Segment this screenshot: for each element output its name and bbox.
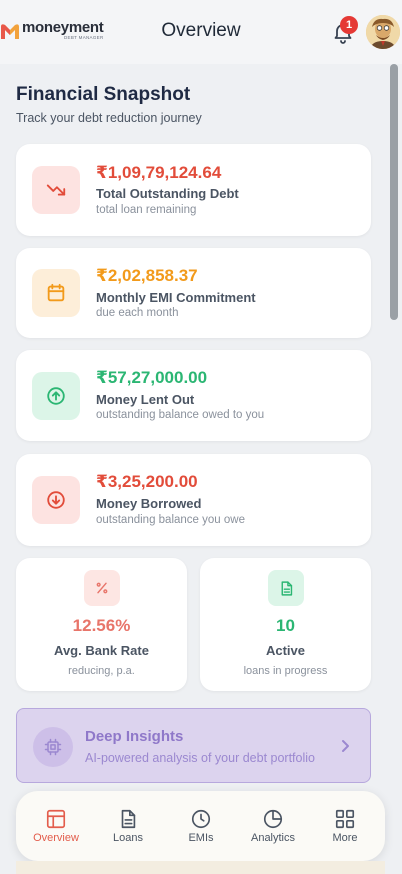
card-amount: ₹57,27,000.00 bbox=[96, 368, 208, 387]
card-amount: ₹1,09,79,124.64 bbox=[96, 163, 222, 182]
tab-label: EMIs bbox=[188, 832, 214, 844]
card-icon-box bbox=[32, 166, 80, 214]
mini-icon-box bbox=[268, 570, 304, 606]
monthly-emi-card[interactable]: ₹2,02,858.37 Monthly EMI Commitment due … bbox=[16, 248, 371, 338]
card-amount: ₹2,02,858.37 bbox=[96, 266, 198, 285]
section-subtitle: Track your debt reduction journey bbox=[16, 111, 202, 125]
cpu-chip-icon bbox=[44, 738, 62, 756]
avg-bank-rate-card[interactable]: 12.56% Avg. Bank Rate reducing, p.a. bbox=[16, 558, 187, 691]
document-icon bbox=[281, 580, 292, 596]
app-header: moneyment DEBT MANAGER Overview 1 bbox=[0, 0, 402, 64]
stat-description: reducing, p.a. bbox=[68, 665, 135, 677]
card-description: outstanding balance owed to you bbox=[96, 409, 265, 421]
loans-icon bbox=[121, 809, 136, 829]
card-icon-box bbox=[32, 476, 80, 524]
tab-analytics[interactable]: Analytics bbox=[237, 791, 309, 861]
grid-icon bbox=[335, 809, 355, 829]
card-description: due each month bbox=[96, 307, 179, 319]
stat-value: 10 bbox=[276, 616, 295, 635]
trending-down-icon bbox=[46, 184, 66, 196]
tab-overview[interactable]: Overview bbox=[20, 791, 92, 861]
money-lent-out-card[interactable]: ₹57,27,000.00 Money Lent Out outstanding… bbox=[16, 350, 371, 441]
insights-title: Deep Insights bbox=[85, 728, 184, 745]
card-label: Monthly EMI Commitment bbox=[96, 290, 256, 305]
mini-icon-box bbox=[84, 570, 120, 606]
bottom-tab-bar: Overview Loans EMIs Analytics More bbox=[16, 791, 385, 861]
insights-subtitle: AI-powered analysis of your debt portfol… bbox=[85, 751, 315, 765]
insights-icon-box bbox=[33, 727, 73, 767]
notification-badge: 1 bbox=[340, 16, 358, 34]
stat-value: 12.56% bbox=[72, 616, 131, 635]
calendar-icon bbox=[47, 283, 65, 302]
card-label: Total Outstanding Debt bbox=[96, 186, 239, 201]
percent-icon bbox=[96, 582, 108, 594]
avatar[interactable] bbox=[366, 15, 400, 49]
bottom-safe-area bbox=[16, 861, 385, 874]
tab-label: Analytics bbox=[250, 832, 296, 844]
tab-emis[interactable]: EMIs bbox=[165, 791, 237, 861]
section-title: Financial Snapshot bbox=[16, 84, 191, 105]
overview-icon bbox=[46, 809, 66, 829]
card-icon-box bbox=[32, 269, 80, 317]
card-icon-box bbox=[32, 372, 80, 420]
avatar-image bbox=[366, 15, 400, 49]
deep-insights-banner[interactable]: Deep Insights AI-powered analysis of you… bbox=[16, 708, 371, 783]
card-label: Money Borrowed bbox=[96, 496, 202, 511]
tab-loans[interactable]: Loans bbox=[92, 791, 164, 861]
clock-icon bbox=[191, 809, 211, 829]
card-amount: ₹3,25,200.00 bbox=[96, 472, 198, 491]
arrow-up-circle-icon bbox=[47, 387, 65, 405]
card-description: total loan remaining bbox=[96, 204, 197, 216]
stat-description: loans in progress bbox=[243, 665, 328, 677]
tab-label: Overview bbox=[33, 832, 79, 844]
active-loans-card[interactable]: 10 Active loans in progress bbox=[200, 558, 371, 691]
money-borrowed-card[interactable]: ₹3,25,200.00 Money Borrowed outstanding … bbox=[16, 454, 371, 546]
tab-label: Loans bbox=[113, 832, 143, 844]
tab-label: More bbox=[332, 832, 358, 844]
scrollbar-thumb[interactable] bbox=[390, 64, 398, 320]
card-description: outstanding balance you owe bbox=[96, 514, 245, 526]
chevron-right-icon[interactable] bbox=[337, 737, 353, 755]
stat-label: Active bbox=[265, 643, 306, 658]
card-label: Money Lent Out bbox=[96, 392, 195, 407]
stat-label: Avg. Bank Rate bbox=[54, 643, 149, 658]
total-outstanding-debt-card[interactable]: ₹1,09,79,124.64 Total Outstanding Debt t… bbox=[16, 144, 371, 236]
arrow-down-circle-icon bbox=[47, 491, 65, 509]
pie-chart-icon bbox=[263, 809, 283, 829]
tab-more[interactable]: More bbox=[309, 791, 381, 861]
